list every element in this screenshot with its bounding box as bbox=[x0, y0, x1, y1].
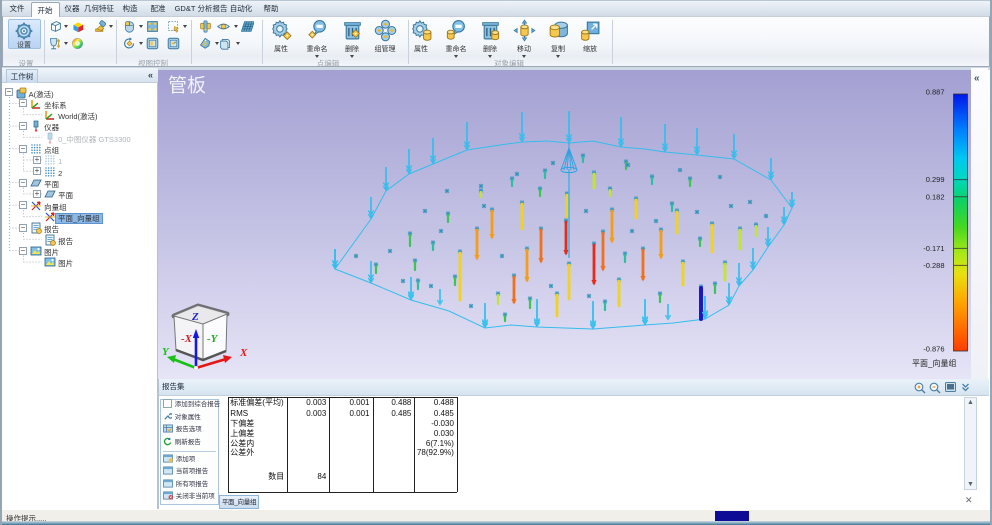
svg-text:管板: 管板 bbox=[168, 75, 206, 97]
svg-text:-Y: -Y bbox=[207, 333, 219, 345]
svg-text:Z: Z bbox=[191, 311, 199, 323]
svg-text:0.887: 0.887 bbox=[926, 88, 945, 97]
svg-text:0.182: 0.182 bbox=[926, 192, 945, 201]
svg-text:0.299: 0.299 bbox=[926, 175, 945, 184]
svg-text:平面_向量组: 平面_向量组 bbox=[912, 358, 956, 368]
svg-text:-0.876: -0.876 bbox=[923, 345, 944, 354]
svg-text:X: X bbox=[239, 347, 248, 359]
svg-text:-0.171: -0.171 bbox=[923, 244, 944, 253]
svg-text:-X: -X bbox=[181, 333, 193, 345]
svg-text:-0.288: -0.288 bbox=[923, 261, 944, 270]
